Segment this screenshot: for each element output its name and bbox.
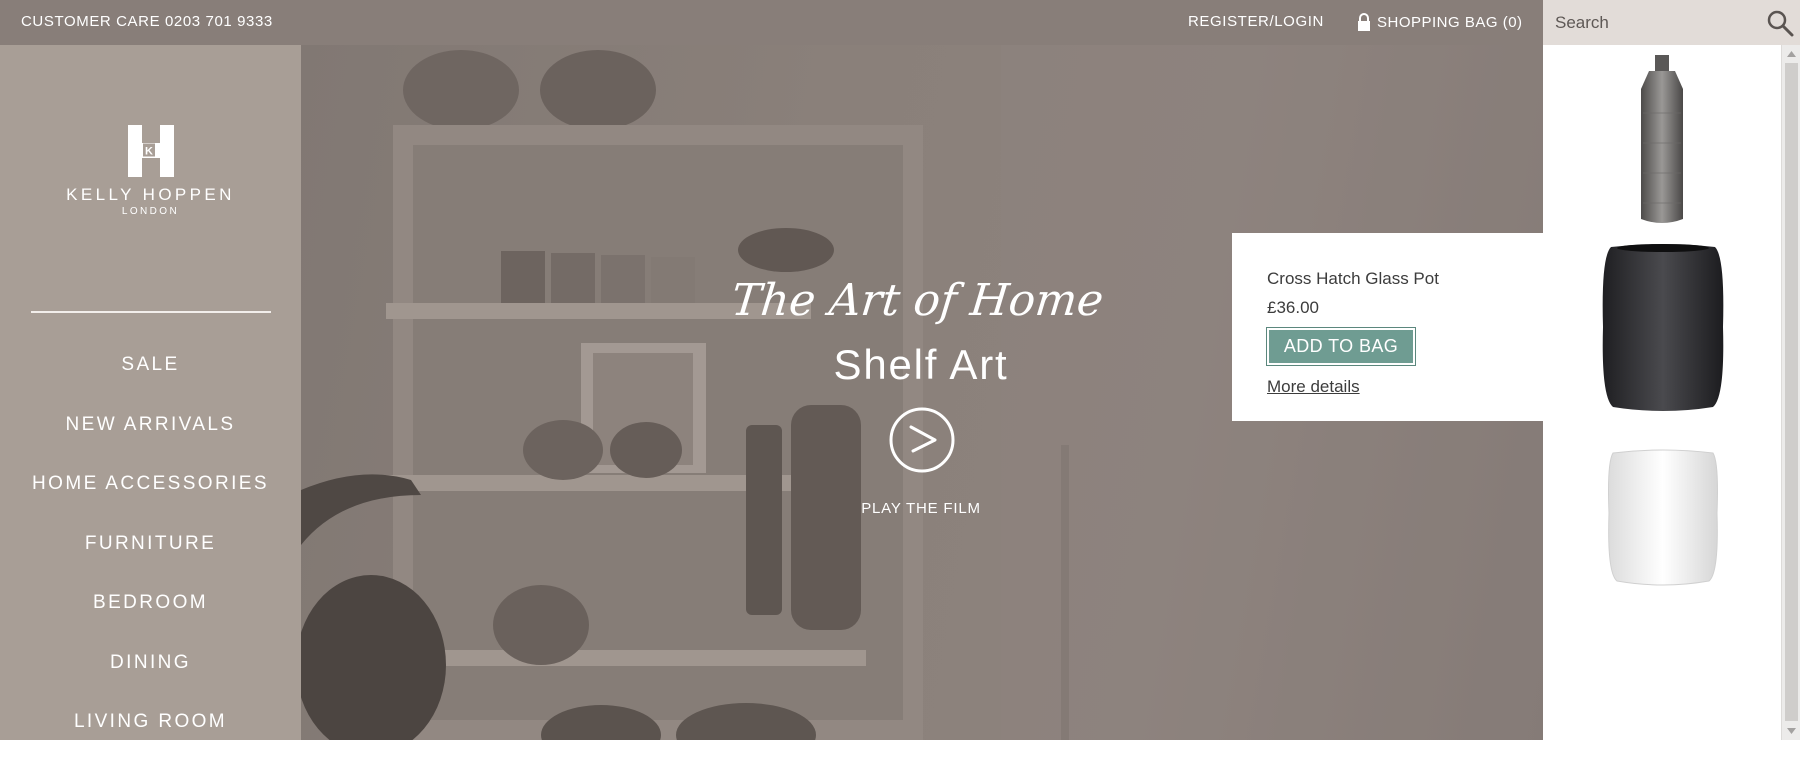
more-details-link[interactable]: More details <box>1267 377 1360 397</box>
scroll-down-arrow-icon[interactable] <box>1786 725 1797 737</box>
sidebar: K KELLY HOPPEN LONDON SALE NEW ARRIVALS … <box>0 45 301 740</box>
play-circle-icon[interactable] <box>887 405 957 475</box>
brand-logo[interactable]: K KELLY HOPPEN LONDON <box>0 123 301 217</box>
grey-bottle-vase-image[interactable] <box>1583 53 1743 229</box>
script-title-text: The Art of Home <box>733 275 1106 326</box>
top-bar: CUSTOMER CARE 0203 701 9333 REGISTER/LOG… <box>0 0 1543 45</box>
page-scrollbar[interactable] <box>1781 45 1800 740</box>
product-name: Cross Hatch Glass Pot <box>1267 269 1439 288</box>
search-bar <box>1543 0 1800 45</box>
main-nav: SALE NEW ARRIVALS HOME ACCESSORIES FURNI… <box>0 351 301 768</box>
register-login-link[interactable]: REGISTER/LOGIN <box>1188 13 1324 30</box>
brand-location: LONDON <box>121 206 180 217</box>
product-price: £36.00 <box>1267 298 1319 317</box>
search-button[interactable] <box>1763 6 1797 40</box>
customer-care-text: CUSTOMER CARE 0203 701 9333 <box>21 13 273 30</box>
script-title: The Art of Home <box>733 275 1106 326</box>
monogram-letter: K <box>145 146 153 158</box>
dark-square-vase-image[interactable] <box>1583 237 1743 417</box>
add-to-bag-button[interactable]: ADD TO BAG <box>1267 328 1415 365</box>
sidebar-divider <box>31 311 271 313</box>
shopping-bag-label: SHOPPING BAG (0) <box>1377 13 1523 31</box>
nav-item-living-room[interactable]: LIVING ROOM <box>0 708 301 768</box>
search-icon <box>1767 10 1794 37</box>
shopping-bag-link[interactable]: SHOPPING BAG (0) <box>1357 11 1523 33</box>
lock-bag-icon <box>1358 13 1370 31</box>
scrollbar-thumb[interactable] <box>1785 63 1798 721</box>
nav-item-sale[interactable]: SALE <box>0 351 301 411</box>
nav-item-home-accessories[interactable]: HOME ACCESSORIES <box>0 470 301 530</box>
scroll-up-arrow-icon[interactable] <box>1786 48 1797 60</box>
white-pot-image[interactable] <box>1583 443 1743 593</box>
product-thumbnail-column <box>1543 45 1781 740</box>
play-film-link[interactable]: PLAY THE FILM <box>301 500 1541 517</box>
nav-item-furniture[interactable]: FURNITURE <box>0 530 301 590</box>
search-input[interactable] <box>1553 7 1757 39</box>
nav-item-bedroom[interactable]: BEDROOM <box>0 589 301 649</box>
nav-item-dining[interactable]: DINING <box>0 649 301 709</box>
product-quickview: Cross Hatch Glass Pot £36.00 ADD TO BAG … <box>1232 233 1543 421</box>
nav-item-new-arrivals[interactable]: NEW ARRIVALS <box>0 411 301 471</box>
kelly-hoppen-monogram-icon: K <box>127 125 174 177</box>
brand-name: KELLY HOPPEN <box>66 185 235 204</box>
